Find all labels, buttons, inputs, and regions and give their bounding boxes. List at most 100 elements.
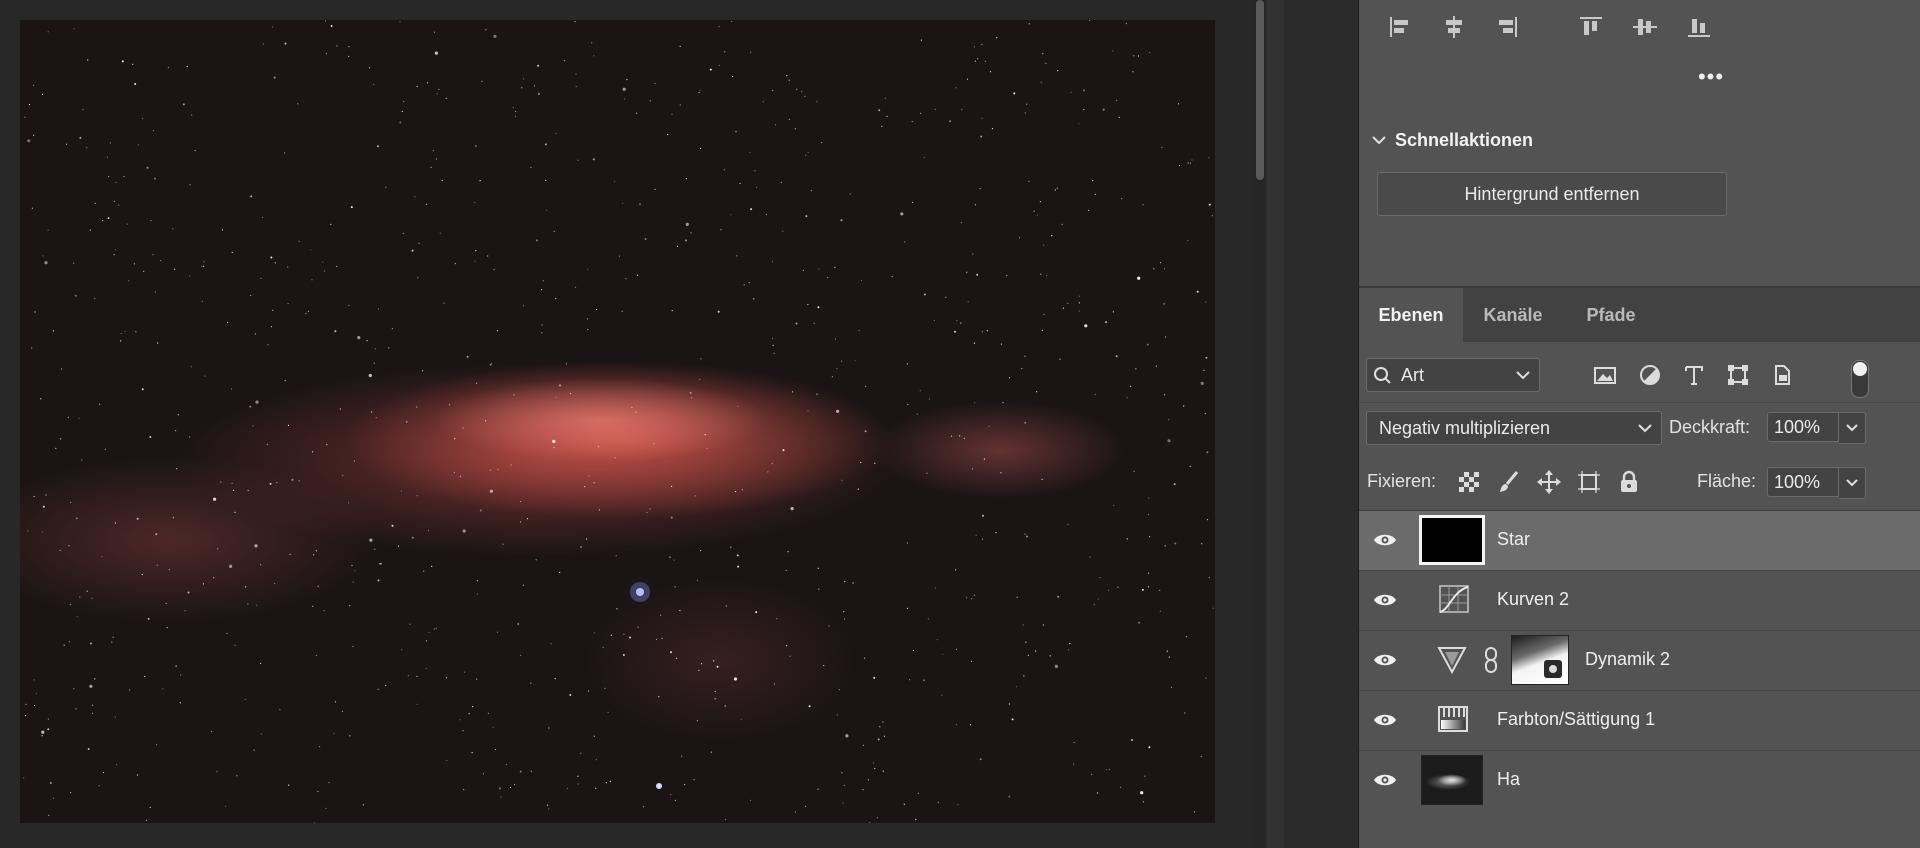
hue-saturation-icon[interactable]	[1437, 705, 1469, 735]
star	[48, 814, 50, 816]
layer-row-ha[interactable]: Ha	[1359, 751, 1920, 811]
star	[1013, 92, 1016, 95]
visibility-eye-icon[interactable]	[1371, 649, 1399, 671]
star	[399, 121, 402, 124]
more-options-button[interactable]: •••	[1686, 66, 1736, 98]
lock-position-move-icon[interactable]	[1535, 468, 1563, 496]
visibility-eye-icon[interactable]	[1371, 529, 1399, 551]
star	[1178, 164, 1181, 167]
star	[354, 570, 356, 572]
star	[147, 617, 150, 620]
star	[533, 85, 536, 87]
lock-transparent-pixels-icon[interactable]	[1455, 468, 1483, 496]
shape-layer-filter-icon[interactable]	[1723, 360, 1753, 390]
align-bottom-icon[interactable]	[1682, 10, 1716, 44]
star	[348, 55, 350, 58]
star	[706, 447, 708, 450]
type-layer-filter-icon[interactable]	[1679, 360, 1709, 390]
layer-thumbnail-star[interactable]	[1419, 515, 1485, 565]
star	[607, 711, 609, 714]
adjustment-layer-filter-icon[interactable]	[1635, 360, 1665, 390]
star	[496, 330, 499, 332]
star	[475, 382, 477, 384]
layer-thumbnail-ha[interactable]	[1421, 755, 1483, 805]
vibrance-triangle-icon[interactable]	[1437, 644, 1467, 675]
layer-row-star[interactable]: Star	[1359, 511, 1920, 571]
visibility-eye-icon[interactable]	[1371, 709, 1399, 731]
layer-row-farbton-saettigung-1[interactable]: Farbton/Sättigung 1	[1359, 691, 1920, 751]
align-right-icon[interactable]	[1490, 10, 1524, 44]
smart-object-filter-icon[interactable]	[1767, 360, 1797, 390]
star	[928, 398, 930, 400]
remove-background-button[interactable]: Hintergrund entfernen	[1377, 172, 1727, 216]
align-top-icon[interactable]	[1574, 10, 1608, 44]
fill-dropdown[interactable]	[1839, 467, 1866, 499]
star	[660, 614, 662, 616]
star	[76, 616, 78, 618]
star	[347, 502, 350, 504]
star	[818, 588, 820, 590]
opacity-dropdown[interactable]	[1839, 412, 1866, 444]
mask-link-chain-icon[interactable]	[1483, 645, 1499, 675]
star	[1083, 109, 1085, 111]
align-vertical-center-icon[interactable]	[1628, 10, 1662, 44]
star	[971, 468, 974, 470]
star	[974, 204, 977, 206]
star	[411, 249, 414, 252]
star	[165, 602, 167, 605]
star	[166, 627, 168, 629]
star	[836, 368, 838, 370]
scrollbar-thumb[interactable]	[1256, 0, 1264, 180]
star	[414, 196, 416, 198]
star-field	[23, 20, 1214, 823]
visibility-eye-icon[interactable]	[1371, 589, 1399, 611]
star	[973, 594, 976, 596]
lock-all-padlock-icon[interactable]	[1615, 468, 1643, 496]
tab-pfade[interactable]: Pfade	[1563, 288, 1659, 342]
tab-kanaele[interactable]: Kanäle	[1463, 288, 1563, 342]
star	[236, 775, 238, 777]
visibility-eye-icon[interactable]	[1371, 769, 1399, 791]
align-horizontal-center-icon[interactable]	[1437, 10, 1471, 44]
star	[155, 744, 158, 746]
star	[47, 718, 49, 720]
nebula-photo[interactable]	[20, 20, 1215, 823]
blend-mode-select[interactable]: Negativ multiplizieren	[1366, 411, 1662, 445]
layer-row-kurven-2[interactable]: Kurven 2	[1359, 571, 1920, 631]
tab-ebenen[interactable]: Ebenen	[1359, 288, 1463, 342]
star	[1067, 649, 1070, 651]
layer-mask-thumbnail[interactable]	[1511, 635, 1569, 685]
align-left-icon[interactable]	[1383, 10, 1417, 44]
star	[323, 270, 325, 272]
document-canvas-area[interactable]	[0, 0, 1252, 848]
star	[883, 735, 886, 737]
filter-kind-select[interactable]: Art	[1366, 358, 1540, 392]
star	[1019, 237, 1021, 239]
star	[730, 546, 732, 548]
pixel-layer-filter-icon[interactable]	[1590, 360, 1620, 390]
curves-adjustment-icon[interactable]	[1437, 583, 1471, 617]
layer-row-dynamik-2[interactable]: Dynamik 2	[1359, 631, 1920, 691]
layer-name[interactable]: Star	[1497, 529, 1530, 550]
layer-name[interactable]: Dynamik 2	[1585, 649, 1670, 670]
lock-image-pixels-brush-icon[interactable]	[1495, 468, 1523, 496]
star	[834, 266, 836, 268]
star	[114, 716, 116, 718]
star	[696, 579, 699, 581]
search-icon	[1374, 367, 1391, 384]
star	[973, 46, 976, 48]
fill-input[interactable]: 100%	[1767, 467, 1839, 497]
star	[595, 787, 597, 789]
opacity-input[interactable]: 100%	[1767, 412, 1839, 442]
layer-name[interactable]: Kurven 2	[1497, 589, 1569, 610]
layer-name[interactable]: Ha	[1497, 769, 1520, 790]
star	[828, 625, 830, 627]
star	[541, 332, 543, 334]
lock-artboard-icon[interactable]	[1575, 468, 1603, 496]
star	[249, 405, 252, 408]
star	[101, 555, 103, 558]
star	[857, 488, 859, 490]
filter-toggle-switch[interactable]	[1851, 360, 1869, 398]
quick-actions-header[interactable]: Schnellaktionen	[1371, 128, 1533, 152]
layer-name[interactable]: Farbton/Sättigung 1	[1497, 709, 1655, 730]
